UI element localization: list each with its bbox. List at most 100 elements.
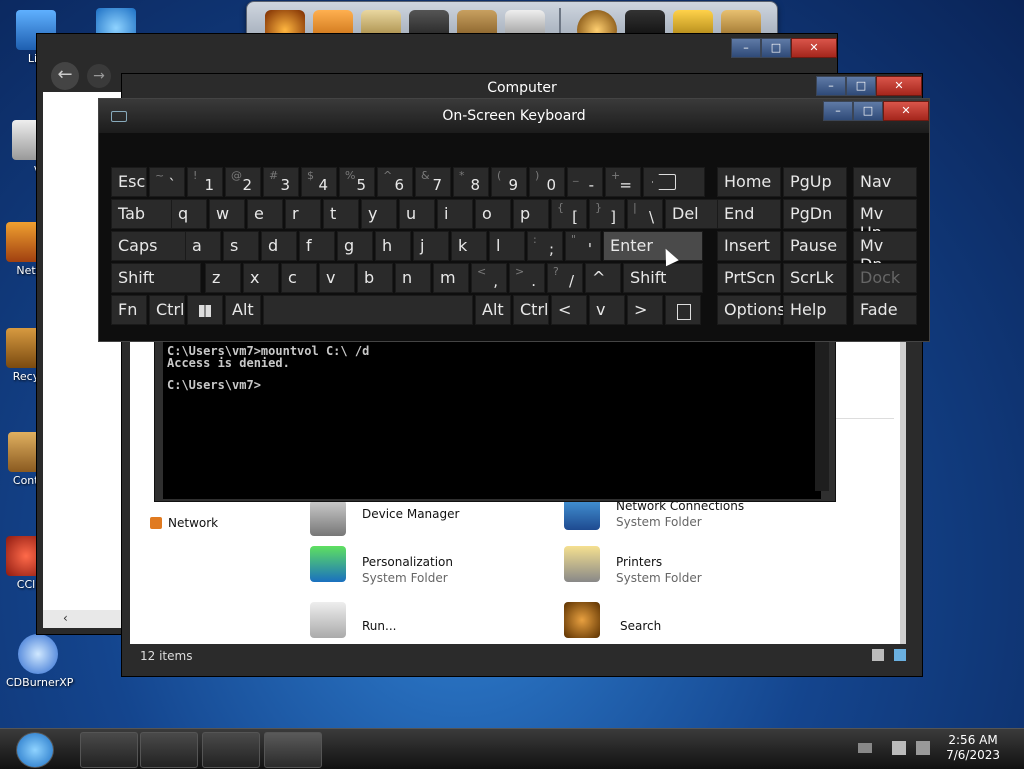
run-icon[interactable]	[310, 602, 346, 638]
key-alt-right[interactable]: Alt	[475, 295, 511, 325]
key-y[interactable]: y	[361, 199, 397, 229]
taskbar-resource-monitor-icon[interactable]	[202, 732, 260, 768]
key-x[interactable]: x	[243, 263, 279, 293]
key-pgup[interactable]: PgUp	[783, 167, 847, 197]
key-punct-0[interactable]: <,	[471, 263, 507, 293]
key-quote-symbol-0[interactable]: :;	[527, 231, 563, 261]
nav-item-network[interactable]: Network	[150, 516, 218, 530]
key-o[interactable]: o	[475, 199, 511, 229]
key-k[interactable]: k	[451, 231, 487, 261]
key-l[interactable]: l	[489, 231, 525, 261]
key-mvdn[interactable]: Mv Dn	[853, 231, 917, 274]
key-prtscn[interactable]: PrtScn	[717, 263, 781, 293]
taskbar-clock[interactable]: 2:56 AM 7/6/2023	[946, 733, 1000, 763]
key-esc[interactable]: Esc	[111, 167, 147, 197]
item-device-manager[interactable]: Device Manager	[362, 507, 459, 521]
close-button[interactable]: ✕	[791, 38, 837, 58]
key-symbol-2[interactable]: | \	[627, 199, 663, 229]
key-4[interactable]: $4	[301, 167, 337, 197]
key-0[interactable]: ) 0	[529, 167, 565, 197]
key-9[interactable]: (9	[491, 167, 527, 197]
key-shift-left[interactable]: Shift	[111, 263, 201, 293]
key-z[interactable]: z	[205, 263, 241, 293]
item-run[interactable]: Run...	[362, 619, 396, 633]
key--[interactable]: _ -	[567, 167, 603, 197]
key-d[interactable]: d	[261, 231, 297, 261]
key-w[interactable]: w	[209, 199, 245, 229]
key-u[interactable]: u	[399, 199, 435, 229]
taskbar-computer-icon[interactable]	[140, 732, 198, 768]
taskbar-cmd-icon[interactable]	[264, 732, 322, 768]
key-dock[interactable]: Dock	[853, 263, 917, 293]
key-ctrl-right[interactable]: Ctrl	[513, 295, 549, 325]
key-scrlk[interactable]: ScrLk	[783, 263, 847, 293]
key-7[interactable]: & 7	[415, 167, 451, 197]
key-s[interactable]: s	[223, 231, 259, 261]
key-j[interactable]: j	[413, 231, 449, 261]
minimize-button[interactable]: –	[731, 38, 761, 58]
key-arrow-up[interactable]: ^	[585, 263, 621, 293]
taskbar-explorer-icon[interactable]	[80, 732, 138, 768]
key-2[interactable]: @2	[225, 167, 261, 197]
item-personalization[interactable]: Personalization	[362, 555, 453, 569]
key-q[interactable]: q	[171, 199, 207, 229]
key-r[interactable]: r	[285, 199, 321, 229]
key-nav[interactable]: Nav	[853, 167, 917, 197]
details-view-icon[interactable]	[872, 649, 884, 661]
key-backspace[interactable]	[643, 167, 705, 197]
maximize-button[interactable]: □	[853, 101, 883, 121]
key-pgdn[interactable]: PgDn	[783, 199, 847, 229]
key-symbol-0[interactable]: {[	[551, 199, 587, 229]
tiles-view-icon[interactable]	[894, 649, 906, 661]
key-v[interactable]: v	[319, 263, 355, 293]
horizontal-scrollbar[interactable]: ‹	[43, 610, 123, 628]
item-printers[interactable]: Printers	[616, 555, 662, 569]
minimize-button[interactable]: –	[816, 76, 846, 96]
key-g[interactable]: g	[337, 231, 373, 261]
key-p[interactable]: p	[513, 199, 549, 229]
close-button[interactable]: ✕	[883, 101, 929, 121]
device-manager-icon[interactable]	[310, 500, 346, 536]
keyboard-tray-icon[interactable]	[858, 743, 872, 753]
key-symbol-1[interactable]: }]	[589, 199, 625, 229]
key-=[interactable]: + =	[605, 167, 641, 197]
key-arrow-down[interactable]: v	[589, 295, 625, 325]
forward-button[interactable]: →	[87, 64, 111, 88]
network-tray-icon[interactable]	[892, 741, 906, 755]
search-icon[interactable]	[564, 602, 600, 638]
key-b[interactable]: b	[357, 263, 393, 293]
key-enter[interactable]: Enter	[603, 231, 703, 261]
key-m[interactable]: m	[433, 263, 469, 293]
key-windows[interactable]	[187, 295, 223, 325]
close-button[interactable]: ✕	[876, 76, 922, 96]
key-8[interactable]: * 8	[453, 167, 489, 197]
key-a[interactable]: a	[185, 231, 221, 261]
scroll-left-icon[interactable]: ‹	[63, 611, 68, 625]
console-scrollbar[interactable]	[815, 341, 829, 491]
key-options[interactable]: Options	[717, 295, 786, 325]
key-i[interactable]: i	[437, 199, 473, 229]
key-caps[interactable]: Caps	[111, 231, 191, 261]
key-end[interactable]: End	[717, 199, 781, 229]
key-pause[interactable]: Pause	[783, 231, 847, 261]
taskbar-ie-icon[interactable]	[16, 732, 54, 768]
key-alt-left[interactable]: Alt	[225, 295, 261, 325]
key-help[interactable]: Help	[783, 295, 847, 325]
key-fade[interactable]: Fade	[853, 295, 917, 325]
maximize-button[interactable]: □	[761, 38, 791, 58]
printers-icon[interactable]	[564, 546, 600, 582]
minimize-button[interactable]: –	[823, 101, 853, 121]
volume-muted-tray-icon[interactable]	[916, 741, 930, 755]
key-f[interactable]: f	[299, 231, 335, 261]
key-e[interactable]: e	[247, 199, 283, 229]
console-output[interactable]: C:\Users\vm7>mountvol C:\ /d Access is d…	[163, 341, 821, 499]
key-t[interactable]: t	[323, 199, 359, 229]
key-fn[interactable]: Fn	[111, 295, 147, 325]
key-punct-1[interactable]: >.	[509, 263, 545, 293]
key-arrow-right[interactable]: >	[627, 295, 663, 325]
key-insert[interactable]: Insert	[717, 231, 781, 261]
key-backtick[interactable]: ~ `	[149, 167, 185, 197]
key-c[interactable]: c	[281, 263, 317, 293]
item-search[interactable]: Search	[620, 619, 661, 633]
key-3[interactable]: #3	[263, 167, 299, 197]
